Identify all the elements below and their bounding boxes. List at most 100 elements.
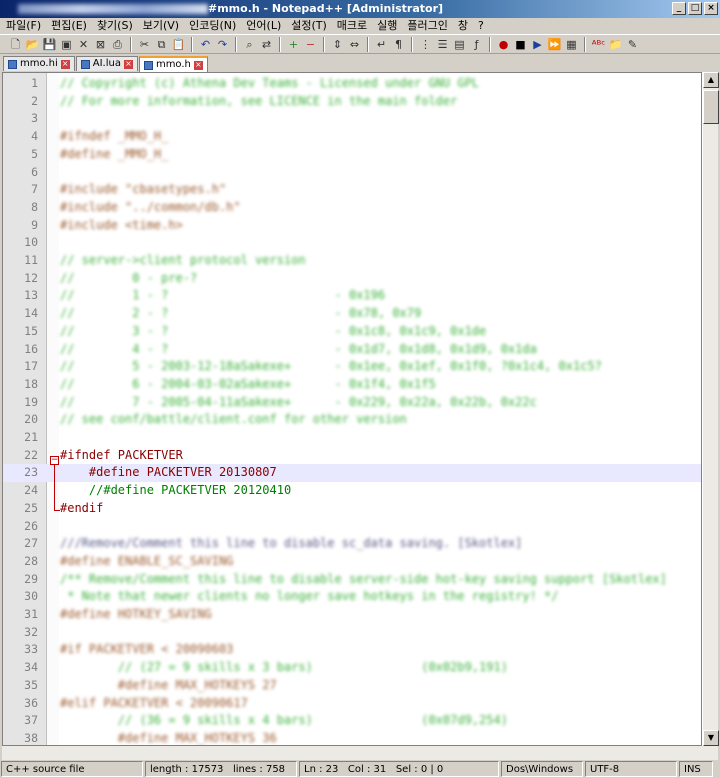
- close-all-icon[interactable]: ⊠: [93, 37, 108, 52]
- new-file-icon[interactable]: 🗋: [8, 37, 23, 52]
- scroll-down-button[interactable]: ▼: [703, 730, 719, 746]
- code-line[interactable]: 14 // 2 - ? - 0x78, 0x79: [3, 305, 701, 323]
- tab-close-icon[interactable]: ×: [193, 60, 203, 70]
- cut-icon[interactable]: ✂: [137, 37, 152, 52]
- code-line[interactable]: 8 #include "../common/db.h": [3, 199, 701, 217]
- close-icon[interactable]: ✕: [76, 37, 91, 52]
- code-line[interactable]: 1 // Copyright (c) Athena Dev Teams - Lic…: [3, 75, 701, 93]
- spellcheck-icon[interactable]: ᴬᴮᶜ: [591, 37, 606, 52]
- folder-icon[interactable]: 📁: [608, 37, 623, 52]
- vertical-scrollbar[interactable]: ▲ ▼: [702, 72, 719, 746]
- code-line[interactable]: 36 #elif PACKETVER < 20090617: [3, 695, 701, 713]
- save-icon[interactable]: 💾: [42, 37, 57, 52]
- paste-icon[interactable]: 📋: [171, 37, 186, 52]
- play-icon[interactable]: ▶: [530, 37, 545, 52]
- code-line[interactable]: 26: [3, 518, 701, 536]
- code-line[interactable]: 19 // 7 - 2005-04-11aSakexe+ - 0x229, 0x2…: [3, 394, 701, 412]
- code-line[interactable]: 20 // see conf/battle/client.conf for oth…: [3, 411, 701, 429]
- menu-item-6[interactable]: 설정(T): [291, 19, 327, 32]
- udl-icon[interactable]: ☰: [435, 37, 450, 52]
- wrap-icon[interactable]: ↵: [374, 37, 389, 52]
- menu-item-5[interactable]: 언어(L): [246, 19, 281, 32]
- code-line[interactable]: 25 #endif: [3, 500, 701, 518]
- code-line[interactable]: 17 // 5 - 2003-12-18aSakexe+ - 0x1ee, 0x1…: [3, 358, 701, 376]
- function-list-icon[interactable]: ƒ: [469, 37, 484, 52]
- code-line[interactable]: 35 #define MAX_HOTKEYS 27: [3, 677, 701, 695]
- code-line[interactable]: 33 #if PACKETVER < 20090603: [3, 641, 701, 659]
- code-line[interactable]: 32: [3, 624, 701, 642]
- doc-map-icon[interactable]: ▤: [452, 37, 467, 52]
- replace-icon[interactable]: ⇄: [259, 37, 274, 52]
- maximize-button[interactable]: □: [688, 2, 702, 15]
- code-line[interactable]: 29 /** Remove/Comment this line to disabl…: [3, 571, 701, 589]
- tab-1[interactable]: AI.lua ×: [75, 56, 138, 71]
- menu-item-1[interactable]: 편집(E): [51, 19, 87, 32]
- zoom-out-icon[interactable]: −: [303, 37, 318, 52]
- code-line[interactable]: 7 #include "cbasetypes.h": [3, 181, 701, 199]
- code-line[interactable]: 23 #define PACKETVER 20130807: [3, 464, 701, 483]
- line-number: 3: [31, 111, 38, 126]
- tab-close-icon[interactable]: ×: [60, 59, 70, 69]
- tab-0[interactable]: mmo.hi ×: [3, 56, 75, 71]
- code-line[interactable]: 13 // 1 - ? - 0x196: [3, 287, 701, 305]
- menu-item-9[interactable]: 플러그인: [407, 19, 447, 32]
- sync-h-icon[interactable]: ⇔: [347, 37, 362, 52]
- menu-item-4[interactable]: 인코딩(N): [189, 19, 236, 32]
- scroll-thumb[interactable]: [703, 90, 719, 124]
- tab-close-icon[interactable]: ×: [123, 59, 133, 69]
- menu-item-10[interactable]: 창: [458, 19, 468, 32]
- editor[interactable]: 1 // Copyright (c) Athena Dev Teams - Lic…: [2, 72, 702, 746]
- code-line[interactable]: 21: [3, 429, 701, 447]
- tab-2[interactable]: mmo.h ×: [138, 56, 208, 72]
- record-icon[interactable]: ●: [496, 37, 511, 52]
- zoom-in-icon[interactable]: +: [286, 37, 301, 52]
- code-line[interactable]: 16 // 4 - ? - 0x1d7, 0x1d8, 0x1d9, 0x1da: [3, 341, 701, 359]
- code-line[interactable]: 31 #define HOTKEY_SAVING: [3, 606, 701, 624]
- copy-icon[interactable]: ⧉: [154, 37, 169, 52]
- code-line[interactable]: 10: [3, 234, 701, 252]
- code-line[interactable]: 15 // 3 - ? - 0x1c8, 0x1c9, 0x1de: [3, 323, 701, 341]
- open-file-icon[interactable]: 📂: [25, 37, 40, 52]
- code-line[interactable]: 22 #ifndef PACKETVER: [3, 447, 701, 465]
- code-line[interactable]: 18 // 6 - 2004-03-02aSakexe+ - 0x1f4, 0x1…: [3, 376, 701, 394]
- code-line[interactable]: 12 // 0 - pre-?: [3, 270, 701, 288]
- undo-icon[interactable]: ↶: [198, 37, 213, 52]
- code-line[interactable]: 34 // (27 = 9 skills x 3 bars) (0x02b9,1…: [3, 659, 701, 677]
- close-window-button[interactable]: ×: [704, 2, 718, 15]
- code-line[interactable]: 30 * Note that newer clients no longer s…: [3, 588, 701, 606]
- menu-item-8[interactable]: 실행: [377, 19, 397, 32]
- stop-icon[interactable]: ■: [513, 37, 528, 52]
- save-macro-icon[interactable]: ▦: [564, 37, 579, 52]
- menu-item-0[interactable]: 파일(F): [6, 19, 41, 32]
- code-line[interactable]: 2 // For more information, see LICENCE in…: [3, 93, 701, 111]
- code-line[interactable]: 3: [3, 110, 701, 128]
- all-chars-icon[interactable]: ¶: [391, 37, 406, 52]
- find-icon[interactable]: ⌕: [242, 37, 257, 52]
- code-line[interactable]: 9 #include <time.h>: [3, 217, 701, 235]
- redo-icon[interactable]: ↷: [215, 37, 230, 52]
- save-all-icon[interactable]: ▣: [59, 37, 74, 52]
- menu-item-3[interactable]: 보기(V): [143, 19, 179, 32]
- code-line[interactable]: 38 #define MAX_HOTKEYS 36: [3, 730, 701, 745]
- highlight-icon[interactable]: ✎: [625, 37, 640, 52]
- code-line[interactable]: 24 //#define PACKETVER 20120410: [3, 482, 701, 500]
- indent-guide-icon[interactable]: ⋮: [418, 37, 433, 52]
- title-bar[interactable]: #mmo.h - Notepad++ [Administrator] _ □ ×: [0, 0, 720, 18]
- code-line[interactable]: 4 #ifndef _MMO_H_: [3, 128, 701, 146]
- menu-item-11[interactable]: ?: [478, 19, 484, 32]
- code-line[interactable]: 11 // server->client protocol version: [3, 252, 701, 270]
- scroll-up-button[interactable]: ▲: [703, 72, 719, 88]
- horizontal-scrollbar[interactable]: [2, 746, 718, 760]
- minimize-button[interactable]: _: [672, 2, 686, 15]
- play-multi-icon[interactable]: ⏩: [547, 37, 562, 52]
- menu-item-2[interactable]: 찾기(S): [97, 19, 133, 32]
- fold-collapse-icon[interactable]: −: [50, 456, 59, 465]
- code-line[interactable]: 5 #define _MMO_H_: [3, 146, 701, 164]
- sync-v-icon[interactable]: ⇕: [330, 37, 345, 52]
- code-line[interactable]: 27 ///Remove/Comment this line to disable…: [3, 535, 701, 553]
- code-line[interactable]: 28 #define ENABLE_SC_SAVING: [3, 553, 701, 571]
- code-line[interactable]: 6: [3, 164, 701, 182]
- print-icon[interactable]: ⎙: [110, 37, 125, 52]
- code-line[interactable]: 37 // (36 = 9 skills x 4 bars) (0x07d9,2…: [3, 712, 701, 730]
- menu-item-7[interactable]: 매크로: [337, 19, 367, 32]
